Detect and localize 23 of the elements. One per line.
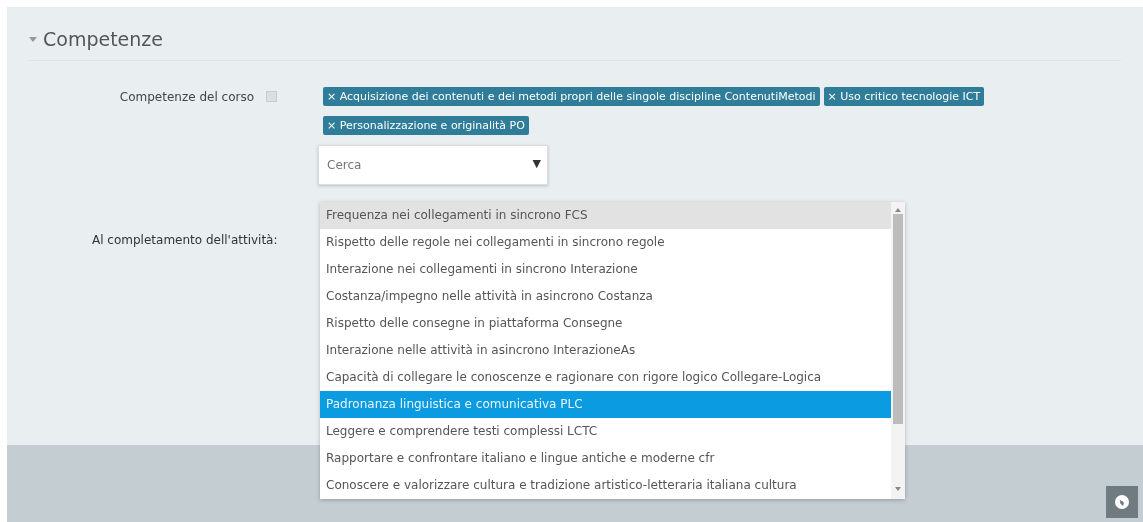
field-label: Competenze del corso [119, 88, 254, 106]
collapse-caret-icon[interactable] [29, 36, 37, 42]
list-option[interactable]: Conoscere e valorizzare cultura e tradizione artistico-letteraria italiana cultura [320, 472, 891, 499]
globe-button[interactable] [1106, 486, 1138, 518]
list-option[interactable]: Frequenza nei collegamenti in sincrono FCS [320, 202, 891, 229]
section-title: Competenze [43, 27, 163, 52]
list-option[interactable]: Capacità di collegare le conoscenze e ragionare con rigore logico Collegare-Logica [320, 364, 891, 391]
list-option[interactable]: Interazione nei collegamenti in sincrono Interazione [320, 256, 891, 283]
dropdown-caret[interactable]: ▼ [532, 156, 541, 173]
list-option[interactable]: Leggere e comprendere testi complessi LCTC [320, 418, 891, 445]
remove-tag-button[interactable]: × [327, 89, 337, 103]
remove-tag-button[interactable]: × [827, 89, 837, 103]
list-option[interactable]: Interazione nelle attività in asincrono InterazioneAs [320, 337, 891, 364]
search-field[interactable]: Cerca ▼ [318, 144, 548, 185]
remove-tag-button[interactable]: × [327, 118, 337, 132]
field-label: Al completamento dell'attività: [92, 232, 278, 249]
list-option[interactable]: Rapportare e confrontare italiano e lingue antiche e moderne cfr [320, 445, 891, 472]
list-option[interactable]: Costanza/impegno nelle attività in asincrono Costanza [320, 283, 891, 310]
scroll-up-arrow-icon[interactable] [895, 208, 901, 212]
list-option[interactable]: Rispetto delle regole nei collegamenti in sincrono regole [320, 229, 891, 256]
scrollbar[interactable] [891, 202, 905, 499]
list-option[interactable]: Rispetto delle consegne in piattaforma Consegne [320, 310, 891, 337]
scroll-down-arrow-icon[interactable] [895, 487, 901, 491]
